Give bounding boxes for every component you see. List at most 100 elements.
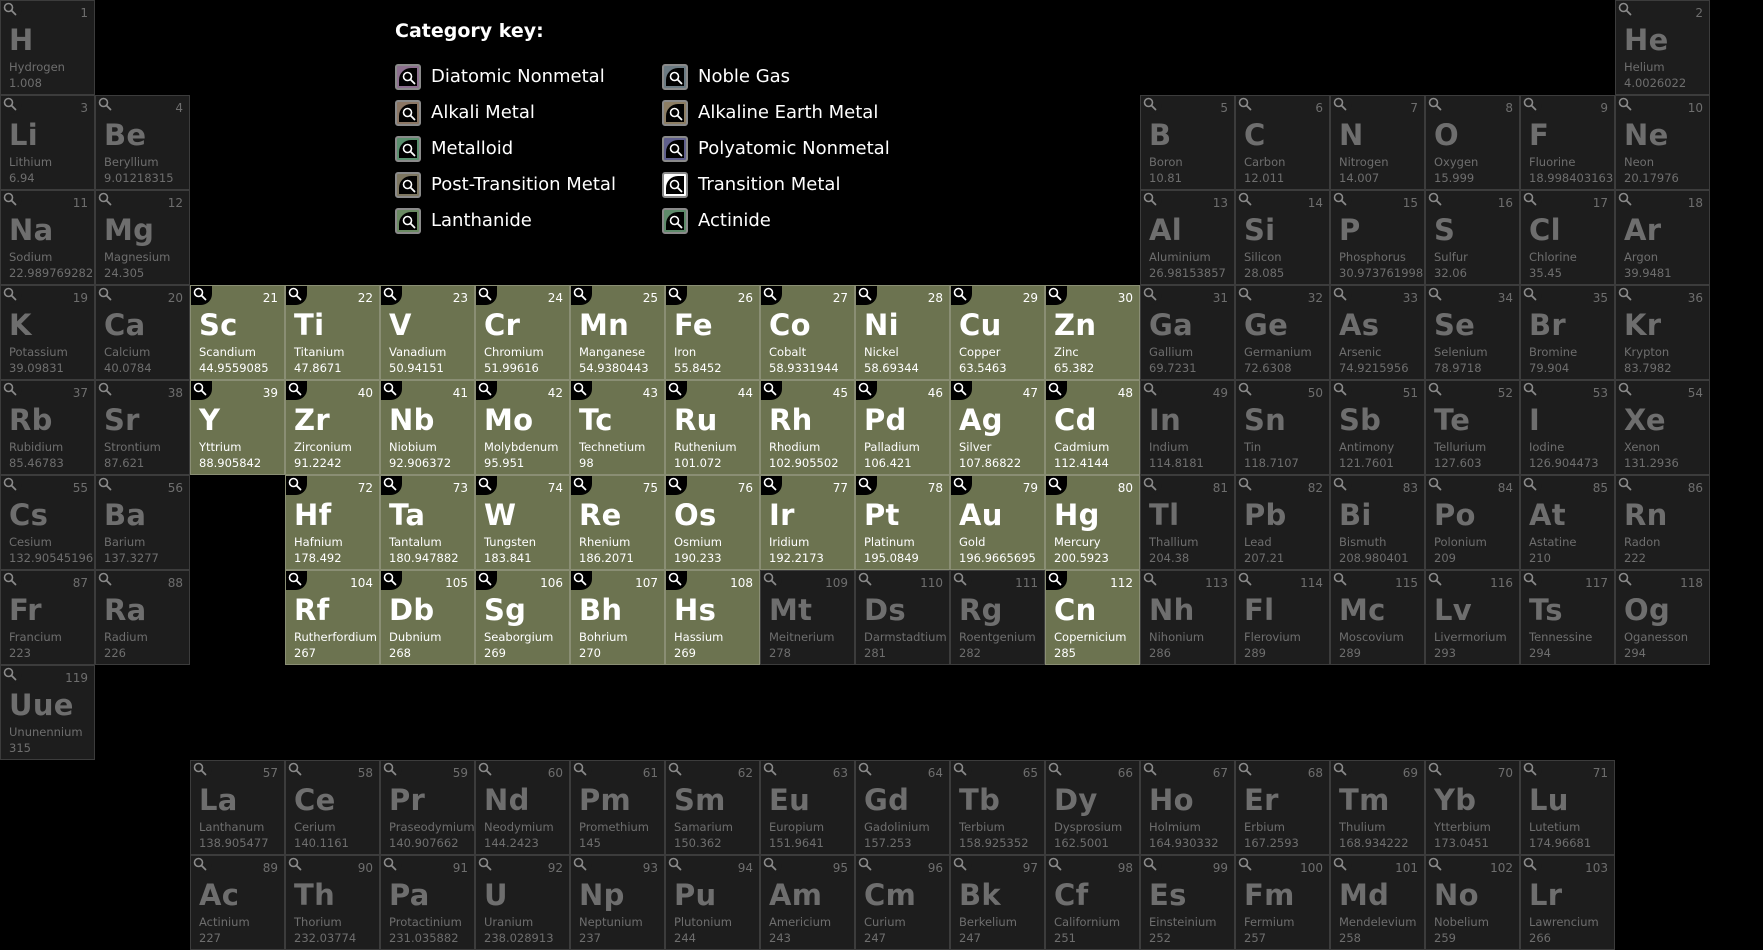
element-cell-mc[interactable]: 115 Mc Moscovium 289: [1330, 570, 1425, 665]
magnifier-icon[interactable]: [1046, 381, 1067, 400]
element-cell-ru[interactable]: 44 Ru Ruthenium 101.072: [665, 380, 760, 475]
magnifier-icon[interactable]: [571, 761, 592, 780]
element-cell-ra[interactable]: 88 Ra Radium 226: [95, 570, 190, 665]
element-cell-mn[interactable]: 25 Mn Manganese 54.9380443: [570, 285, 665, 380]
magnifier-icon[interactable]: [1521, 96, 1542, 115]
element-cell-hf[interactable]: 72 Hf Hafnium 178.492: [285, 475, 380, 570]
element-cell-ni[interactable]: 28 Ni Nickel 58.69344: [855, 285, 950, 380]
magnifier-icon[interactable]: [1426, 476, 1447, 495]
magnifier-icon[interactable]: [1426, 191, 1447, 210]
element-cell-rg[interactable]: 111 Rg Roentgenium 282: [950, 570, 1045, 665]
magnifier-icon[interactable]: [1616, 286, 1637, 305]
magnifier-icon[interactable]: [1236, 381, 1257, 400]
element-cell-ir[interactable]: 77 Ir Iridium 192.2173: [760, 475, 855, 570]
element-cell-cu[interactable]: 29 Cu Copper 63.5463: [950, 285, 1045, 380]
magnifier-icon[interactable]: [1521, 571, 1542, 590]
magnifier-icon[interactable]: [476, 476, 497, 495]
element-cell-rn[interactable]: 86 Rn Radon 222: [1615, 475, 1710, 570]
element-cell-ds[interactable]: 110 Ds Darmstadtium 281: [855, 570, 950, 665]
magnifier-icon[interactable]: [96, 286, 117, 305]
element-cell-na[interactable]: 11 Na Sodium 22.989769282: [0, 190, 95, 285]
magnifier-icon[interactable]: [1426, 761, 1447, 780]
element-cell-sc[interactable]: 21 Sc Scandium 44.9559085: [190, 285, 285, 380]
magnifier-icon[interactable]: [1141, 761, 1162, 780]
magnifier-icon[interactable]: [1331, 286, 1352, 305]
element-cell-co[interactable]: 27 Co Cobalt 58.9331944: [760, 285, 855, 380]
magnifier-icon[interactable]: [286, 381, 307, 400]
magnifier-icon[interactable]: [761, 286, 782, 305]
magnifier-icon[interactable]: [571, 476, 592, 495]
element-cell-be[interactable]: 4 Be Beryllium 9.01218315: [95, 95, 190, 190]
element-cell-s[interactable]: 16 S Sulfur 32.06: [1425, 190, 1520, 285]
element-cell-fe[interactable]: 26 Fe Iron 55.8452: [665, 285, 760, 380]
magnifier-icon[interactable]: [1331, 856, 1352, 875]
element-cell-uue[interactable]: 119 Uue Ununennium 315: [0, 665, 95, 760]
magnifier-icon[interactable]: [761, 761, 782, 780]
magnifier-icon[interactable]: [1, 96, 22, 115]
element-cell-sg[interactable]: 106 Sg Seaborgium 269: [475, 570, 570, 665]
element-cell-nd[interactable]: 60 Nd Neodymium 144.2423: [475, 760, 570, 855]
element-cell-bi[interactable]: 83 Bi Bismuth 208.980401: [1330, 475, 1425, 570]
element-cell-tb[interactable]: 65 Tb Terbium 158.925352: [950, 760, 1045, 855]
magnifier-icon[interactable]: [571, 856, 592, 875]
magnifier-icon[interactable]: [666, 571, 687, 590]
element-cell-fl[interactable]: 114 Fl Flerovium 289: [1235, 570, 1330, 665]
element-cell-gd[interactable]: 64 Gd Gadolinium 157.253: [855, 760, 950, 855]
magnifier-icon[interactable]: [856, 381, 877, 400]
element-cell-am[interactable]: 95 Am Americium 243: [760, 855, 855, 950]
element-cell-zr[interactable]: 40 Zr Zirconium 91.2242: [285, 380, 380, 475]
magnifier-icon[interactable]: [761, 476, 782, 495]
magnifier-icon[interactable]: [951, 476, 972, 495]
magnifier-icon[interactable]: [1141, 381, 1162, 400]
magnifier-icon[interactable]: [286, 761, 307, 780]
magnifier-icon[interactable]: [1, 381, 22, 400]
element-cell-cr[interactable]: 24 Cr Chromium 51.99616: [475, 285, 570, 380]
element-cell-mo[interactable]: 42 Mo Molybdenum 95.951: [475, 380, 570, 475]
magnifier-icon[interactable]: [1236, 191, 1257, 210]
magnifier-icon[interactable]: [1141, 571, 1162, 590]
magnifier-icon[interactable]: [476, 286, 497, 305]
magnifier-icon[interactable]: [951, 856, 972, 875]
element-cell-db[interactable]: 105 Db Dubnium 268: [380, 570, 475, 665]
magnifier-icon[interactable]: [1, 1, 22, 20]
magnifier-icon[interactable]: [1236, 286, 1257, 305]
element-cell-br[interactable]: 35 Br Bromine 79.904: [1520, 285, 1615, 380]
element-cell-ti[interactable]: 22 Ti Titanium 47.8671: [285, 285, 380, 380]
magnifier-icon[interactable]: [666, 381, 687, 400]
magnifier-icon[interactable]: [951, 761, 972, 780]
element-cell-b[interactable]: 5 B Boron 10.81: [1140, 95, 1235, 190]
magnifier-icon[interactable]: [666, 476, 687, 495]
magnifier-icon[interactable]: [476, 571, 497, 590]
element-cell-in[interactable]: 49 In Indium 114.8181: [1140, 380, 1235, 475]
magnifier-icon[interactable]: [1, 191, 22, 210]
element-cell-lv[interactable]: 116 Lv Livermorium 293: [1425, 570, 1520, 665]
element-cell-si[interactable]: 14 Si Silicon 28.085: [1235, 190, 1330, 285]
element-cell-pb[interactable]: 82 Pb Lead 207.21: [1235, 475, 1330, 570]
magnifier-icon[interactable]: [1521, 856, 1542, 875]
element-cell-i[interactable]: 53 I Iodine 126.904473: [1520, 380, 1615, 475]
element-cell-pu[interactable]: 94 Pu Plutonium 244: [665, 855, 760, 950]
element-cell-re[interactable]: 75 Re Rhenium 186.2071: [570, 475, 665, 570]
element-cell-fr[interactable]: 87 Fr Francium 223: [0, 570, 95, 665]
element-cell-ge[interactable]: 32 Ge Germanium 72.6308: [1235, 285, 1330, 380]
magnifier-icon[interactable]: [951, 286, 972, 305]
element-cell-nh[interactable]: 113 Nh Nihonium 286: [1140, 570, 1235, 665]
magnifier-icon[interactable]: [666, 761, 687, 780]
element-cell-ca[interactable]: 20 Ca Calcium 40.0784: [95, 285, 190, 380]
element-cell-f[interactable]: 9 F Fluorine 18.9984031636: [1520, 95, 1615, 190]
magnifier-icon[interactable]: [1616, 1, 1637, 20]
element-cell-ta[interactable]: 73 Ta Tantalum 180.947882: [380, 475, 475, 570]
magnifier-icon[interactable]: [571, 286, 592, 305]
magnifier-icon[interactable]: [191, 381, 212, 400]
magnifier-icon[interactable]: [381, 381, 402, 400]
magnifier-icon[interactable]: [571, 381, 592, 400]
magnifier-icon[interactable]: [1236, 761, 1257, 780]
element-cell-at[interactable]: 85 At Astatine 210: [1520, 475, 1615, 570]
magnifier-icon[interactable]: [951, 381, 972, 400]
magnifier-icon[interactable]: [1, 666, 22, 685]
element-cell-sm[interactable]: 62 Sm Samarium 150.362: [665, 760, 760, 855]
magnifier-icon[interactable]: [1616, 476, 1637, 495]
magnifier-icon[interactable]: [96, 96, 117, 115]
element-cell-li[interactable]: 3 Li Lithium 6.94: [0, 95, 95, 190]
element-cell-ac[interactable]: 89 Ac Actinium 227: [190, 855, 285, 950]
